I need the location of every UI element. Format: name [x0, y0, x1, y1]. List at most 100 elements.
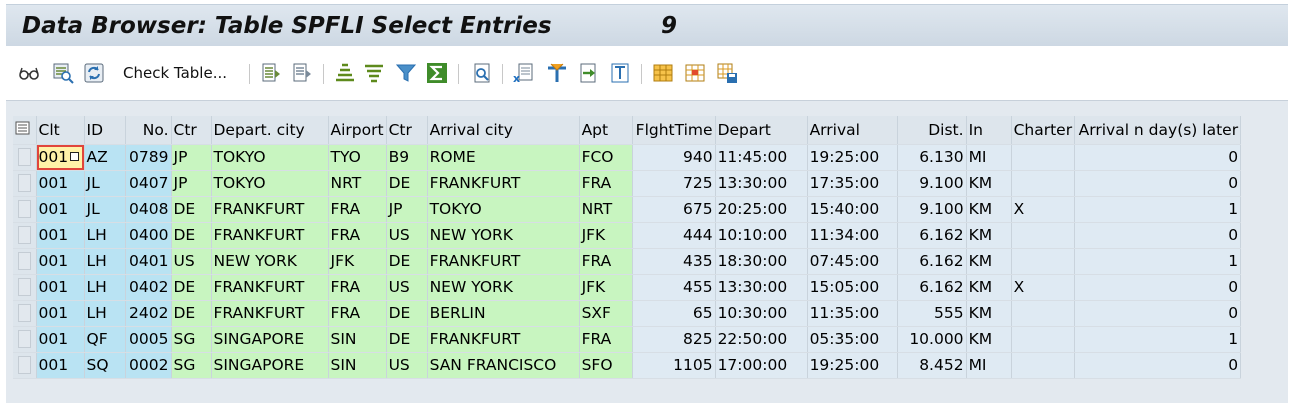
table-cell[interactable]: 001 — [36, 248, 85, 275]
table-cell[interactable]: 07:45:00 — [807, 248, 898, 275]
export-excel-icon[interactable]: x — [512, 62, 534, 84]
table-cell[interactable]: 11:45:00 — [715, 144, 808, 171]
table-cell[interactable]: DE — [171, 222, 212, 249]
table-cell[interactable]: 6.162 — [897, 222, 967, 249]
table-cell[interactable]: QF — [84, 326, 126, 353]
glasses-icon[interactable] — [18, 62, 40, 84]
table-cell[interactable]: 13:30:00 — [715, 170, 808, 197]
table-cell[interactable]: 435 — [632, 248, 716, 275]
select-all-icon[interactable] — [13, 116, 37, 145]
table-cell[interactable]: 0 — [1074, 352, 1242, 379]
table-cell[interactable]: 6.162 — [897, 274, 967, 301]
table-cell[interactable]: 001 — [36, 326, 85, 353]
table-cell[interactable]: FRA — [328, 196, 387, 223]
table-cell[interactable]: KM — [966, 170, 1012, 197]
table-cell[interactable]: LH — [84, 274, 126, 301]
table-cell[interactable]: DE — [386, 300, 428, 327]
layout-change-icon[interactable] — [684, 62, 706, 84]
table-cell[interactable]: 15:05:00 — [807, 274, 898, 301]
column-header[interactable]: Depart — [715, 116, 808, 145]
table-cell[interactable]: 1 — [1074, 326, 1242, 353]
table-cell[interactable]: FRA — [579, 170, 633, 197]
sort-desc-icon[interactable] — [363, 62, 385, 84]
table-cell[interactable]: FRANKFURT — [427, 170, 580, 197]
table-cell[interactable]: TOKYO — [211, 170, 329, 197]
row-selector[interactable] — [13, 274, 37, 301]
row-selector[interactable] — [13, 248, 37, 275]
table-cell[interactable]: DE — [171, 196, 212, 223]
table-cell[interactable]: 9.100 — [897, 196, 967, 223]
table-cell[interactable]: BERLIN — [427, 300, 580, 327]
table-cell[interactable] — [1011, 326, 1076, 353]
table-cell[interactable]: FRANKFURT — [427, 326, 580, 353]
table-cell[interactable] — [1011, 352, 1076, 379]
table-cell[interactable]: 001 — [36, 300, 85, 327]
table-row[interactable]: 001 LH 0402 DE FRANKFURT FRA US NEW YORK JFK 455 1… — [13, 274, 1242, 301]
table-cell[interactable]: JL — [84, 170, 126, 197]
table-cell[interactable]: SINGAPORE — [211, 326, 329, 353]
table-cell[interactable]: SG — [171, 326, 212, 353]
row-selector[interactable] — [13, 170, 37, 197]
table-cell[interactable]: NEW YORK — [427, 222, 580, 249]
table-cell[interactable]: JL — [84, 196, 126, 223]
table-cell[interactable]: FCO — [579, 144, 633, 171]
table-cell[interactable]: JFK — [579, 274, 633, 301]
column-header[interactable]: Arrival n day(s) later — [1074, 116, 1242, 145]
table-row[interactable]: 001 SQ 0002 SG SINGAPORE SIN US SAN FRANCISCO SF… — [13, 352, 1242, 379]
table-cell[interactable]: 555 — [897, 300, 967, 327]
table-cell[interactable]: 0005 — [125, 326, 172, 353]
table-cell[interactable]: ROME — [427, 144, 580, 171]
table-cell[interactable]: 825 — [632, 326, 716, 353]
column-header[interactable]: Charter — [1011, 116, 1076, 145]
table-cell[interactable]: FRA — [328, 274, 387, 301]
table-cell[interactable]: US — [386, 222, 428, 249]
table-cell[interactable]: 0 — [1074, 222, 1242, 249]
table-cell[interactable]: SQ — [84, 352, 126, 379]
table-cell[interactable]: 22:50:00 — [715, 326, 808, 353]
layout-save-icon[interactable] — [716, 62, 738, 84]
table-cell[interactable]: 675 — [632, 196, 716, 223]
table-cell[interactable]: FRANKFURT — [211, 222, 329, 249]
table-cell[interactable]: 0 — [1074, 170, 1242, 197]
table-cell[interactable]: KM — [966, 274, 1012, 301]
table-cell[interactable]: SFO — [579, 352, 633, 379]
table-cell[interactable]: 15:40:00 — [807, 196, 898, 223]
table-cell[interactable]: NRT — [328, 170, 387, 197]
table-cell[interactable]: KM — [966, 248, 1012, 275]
table-cell[interactable]: TYO — [328, 144, 387, 171]
column-header[interactable]: ID — [84, 116, 126, 145]
table-cell[interactable]: 0401 — [125, 248, 172, 275]
filter-icon[interactable] — [395, 62, 417, 84]
table-cell[interactable]: 6.130 — [897, 144, 967, 171]
table-cell[interactable]: 1 — [1074, 196, 1242, 223]
column-header[interactable]: Arrival — [807, 116, 898, 145]
table-row[interactable]: 001 QF 0005 SG SINGAPORE SIN DE FRANKFURT FRA 825… — [13, 326, 1242, 353]
table-cell[interactable]: 17:00:00 — [715, 352, 808, 379]
row-selector[interactable] — [13, 326, 37, 353]
row-selector[interactable] — [13, 144, 37, 171]
row-selector[interactable] — [13, 352, 37, 379]
table-cell[interactable]: 17:35:00 — [807, 170, 898, 197]
select-view-icon[interactable] — [52, 62, 74, 84]
table-cell[interactable]: NEW YORK — [427, 274, 580, 301]
table-cell[interactable]: FRANKFURT — [211, 196, 329, 223]
table-cell[interactable]: 65 — [632, 300, 716, 327]
table-cell[interactable]: 9.100 — [897, 170, 967, 197]
table-cell[interactable]: X — [1011, 196, 1076, 223]
table-cell[interactable]: US — [386, 352, 428, 379]
table-cell[interactable]: LH — [84, 300, 126, 327]
table-cell[interactable]: TOKYO — [427, 196, 580, 223]
table-cell[interactable]: KM — [966, 300, 1012, 327]
table-row[interactable]: 001 JL 0408 DE FRANKFURT FRA JP TOKYO NRT 675 20:2… — [13, 196, 1242, 223]
table-cell[interactable]: FRANKFURT — [211, 300, 329, 327]
table-cell[interactable]: 0400 — [125, 222, 172, 249]
table-cell[interactable]: B9 — [386, 144, 428, 171]
table-cell[interactable]: 1105 — [632, 352, 716, 379]
table-cell[interactable]: SAN FRANCISCO — [427, 352, 580, 379]
table-cell[interactable]: JP — [171, 170, 212, 197]
table-cell[interactable]: 11:35:00 — [807, 300, 898, 327]
table-cell[interactable]: 2402 — [125, 300, 172, 327]
table-cell[interactable]: 0 — [1074, 144, 1242, 171]
table-cell[interactable]: NRT — [579, 196, 633, 223]
table-cell[interactable]: 20:25:00 — [715, 196, 808, 223]
